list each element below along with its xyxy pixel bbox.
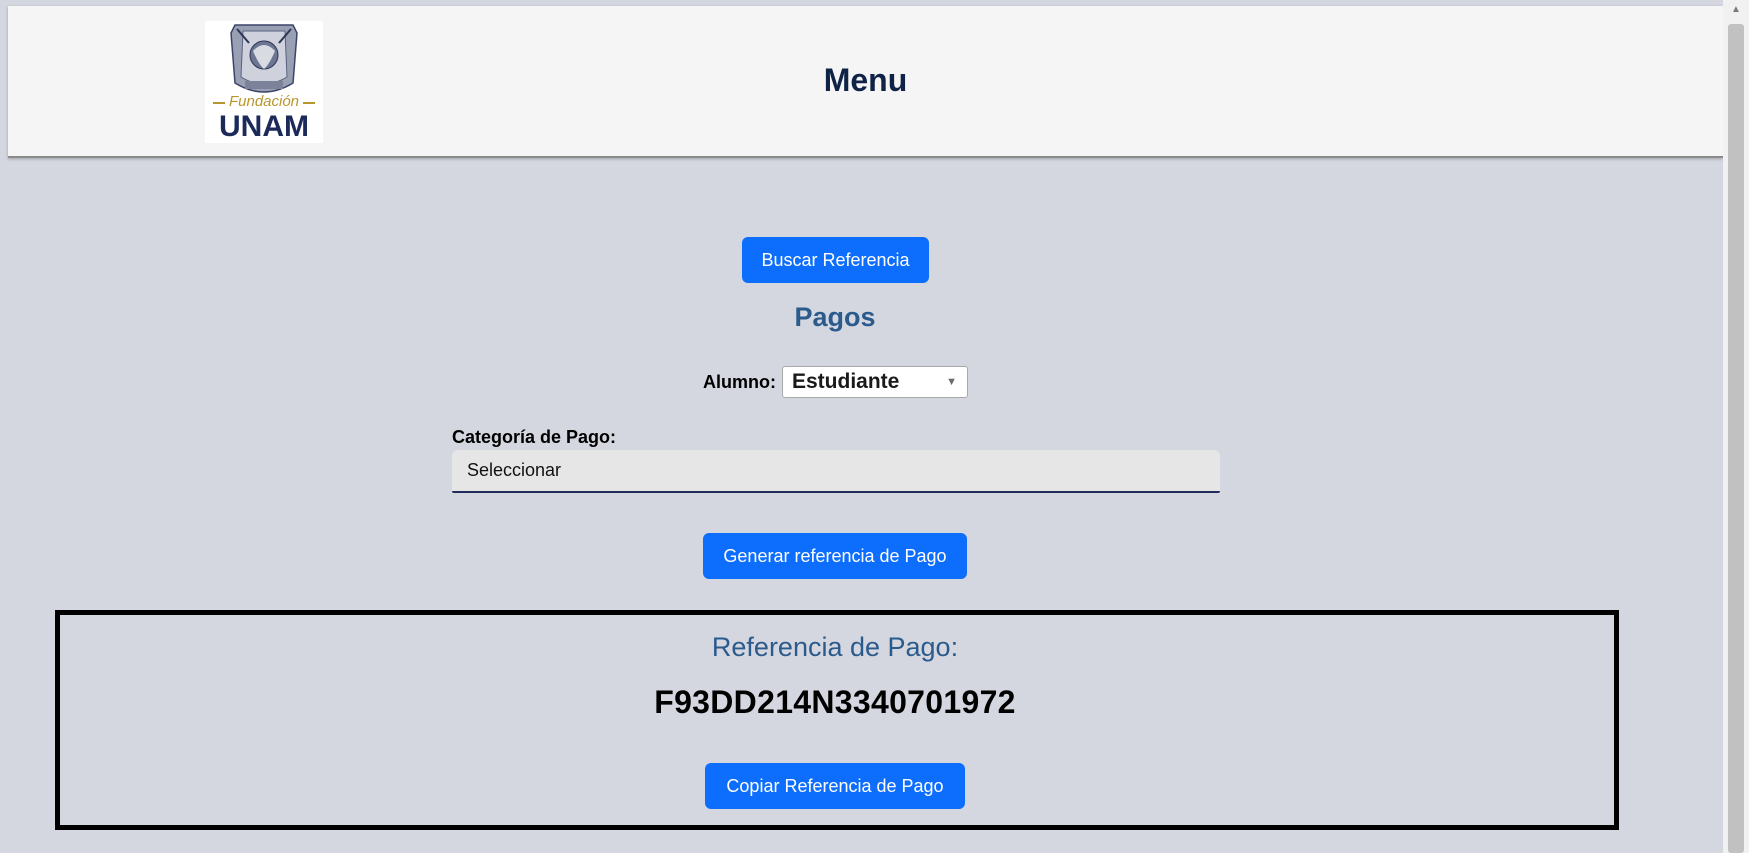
chevron-down-icon: ▼ xyxy=(946,376,957,388)
alumno-label: Alumno: xyxy=(703,371,776,392)
logo-line2: UNAM xyxy=(219,110,309,143)
vertical-scrollbar[interactable]: ▲ xyxy=(1723,0,1749,853)
copiar-referencia-button[interactable]: Copiar Referencia de Pago xyxy=(705,763,965,809)
page-title: Menu xyxy=(823,62,908,98)
page-viewport: Fundación UNAM Menu Buscar Referencia Pa… xyxy=(0,0,1723,853)
alumno-field-row: Alumno: Estudiante ▼ xyxy=(703,365,968,399)
generar-referencia-button[interactable]: Generar referencia de Pago xyxy=(703,533,967,579)
top-header: Fundación UNAM Menu xyxy=(8,6,1723,158)
categoria-label: Categoría de Pago: xyxy=(452,427,617,447)
scroll-up-icon[interactable]: ▲ xyxy=(1723,4,1749,15)
buscar-referencia-button[interactable]: Buscar Referencia xyxy=(742,237,929,283)
alumno-select[interactable]: Estudiante ▼ xyxy=(781,366,968,398)
categoria-select[interactable]: Seleccionar xyxy=(452,450,1220,493)
referencia-label: Referencia de Pago: xyxy=(711,632,959,662)
referencia-code: F93DD214N3340701972 xyxy=(654,684,1016,720)
pagos-heading: Pagos xyxy=(794,302,876,332)
scrollbar-thumb[interactable] xyxy=(1728,24,1744,853)
alumno-selected-value: Estudiante xyxy=(791,370,900,393)
